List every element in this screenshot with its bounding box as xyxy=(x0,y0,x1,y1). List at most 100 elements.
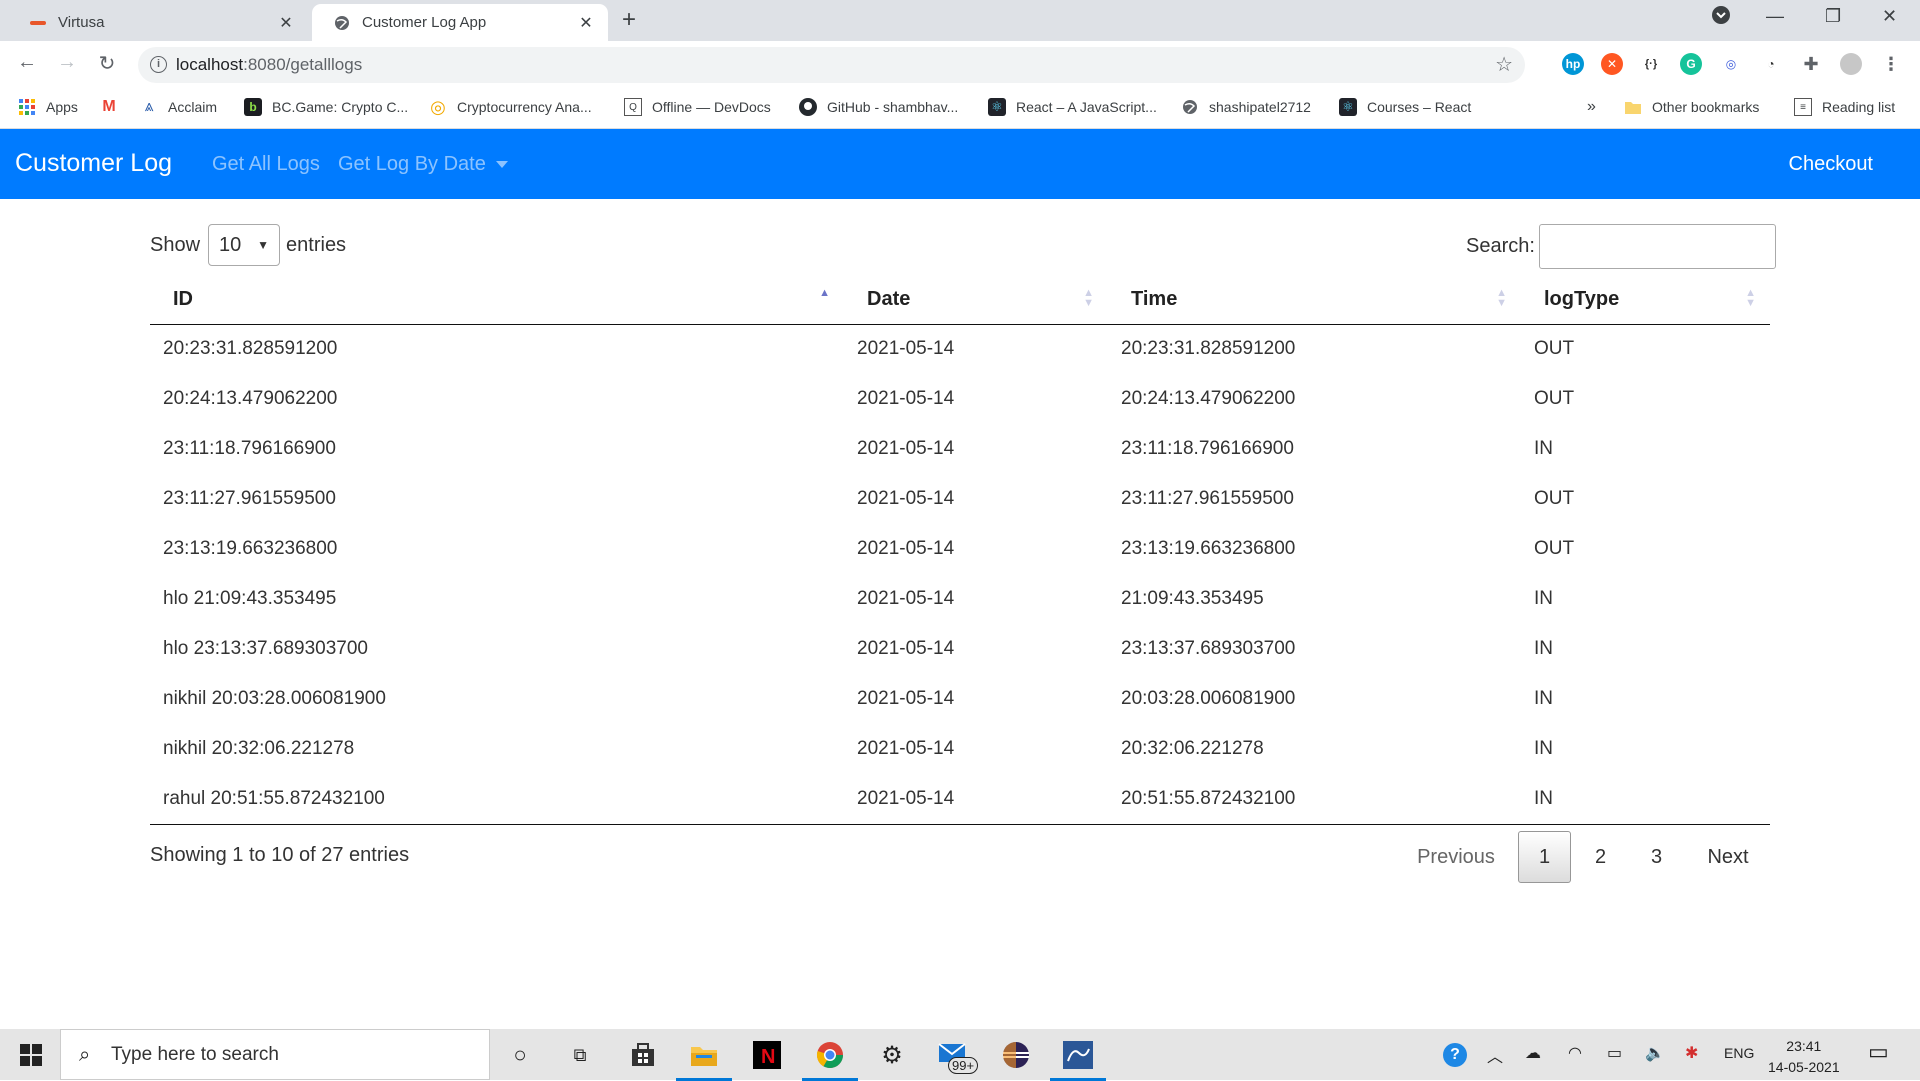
nav-get-all-logs[interactable]: Get All Logs xyxy=(212,153,320,176)
grammarly-icon[interactable]: G xyxy=(1680,53,1702,75)
profile-avatar[interactable] xyxy=(1840,53,1862,75)
chrome-icon[interactable] xyxy=(802,1037,858,1081)
extension-orange-icon[interactable]: ✕ xyxy=(1601,53,1623,75)
mail-icon[interactable]: 99+ xyxy=(936,1037,979,1074)
cell-id: nikhil 20:03:28.006081900 xyxy=(163,688,386,709)
bookmark-label: React – A JavaScript... xyxy=(1016,99,1157,115)
store-icon[interactable] xyxy=(625,1037,661,1073)
netflix-icon[interactable]: N xyxy=(749,1037,785,1073)
column-header-time[interactable]: Time ▲ ▼ xyxy=(1108,276,1521,325)
cell-logtype: IN xyxy=(1534,738,1553,759)
cell-date: 2021-05-14 xyxy=(857,488,955,509)
bookmark-acclaim[interactable]: ⩓ Acclaim xyxy=(140,98,217,116)
cell-time: 20:24:13.479062200 xyxy=(1121,388,1296,409)
table-row: nikhil 20:32:06.221278 2021-05-14 20:32:06… xyxy=(150,724,1770,774)
pagination-page-2[interactable]: 2 xyxy=(1574,831,1627,883)
wifi-icon[interactable]: ◠ xyxy=(1568,1043,1582,1063)
reading-list-icon: ≡ xyxy=(1794,98,1812,116)
cortana-icon[interactable]: ○ xyxy=(502,1037,538,1073)
taskbar-clock[interactable]: 23:41 14-05-2021 xyxy=(1768,1036,1840,1078)
close-tab-icon[interactable]: ✕ xyxy=(276,13,296,33)
tab-title: Virtusa xyxy=(58,14,105,31)
entries-select[interactable]: 10 ▼ xyxy=(208,224,281,266)
show-hidden-icons-chevron-icon[interactable]: ︿ xyxy=(1487,1043,1503,1067)
bookmark-github[interactable]: GitHub - shambhav... xyxy=(799,98,958,116)
checkout-link[interactable]: Checkout xyxy=(1789,153,1874,176)
bookmark-bcgame[interactable]: b BC.Game: Crypto C... xyxy=(244,98,408,116)
column-header-label: Time xyxy=(1131,288,1178,311)
table-header-row: ID ▲ Date ▲ ▼ Time ▲ ▼ logType ▲ ▼ xyxy=(150,276,1770,325)
column-header-label: Date xyxy=(867,288,911,311)
menu-kebab-icon[interactable]: ⋮ xyxy=(1880,53,1902,75)
column-header-logtype[interactable]: logType ▲ ▼ xyxy=(1521,276,1770,325)
minimize-icon[interactable]: — xyxy=(1766,6,1784,27)
cell-logtype: OUT xyxy=(1534,538,1575,559)
eclipse-icon[interactable] xyxy=(998,1037,1034,1073)
notifications-icon[interactable]: ▭ xyxy=(1868,1039,1889,1065)
bookmark-other-folder[interactable]: Other bookmarks xyxy=(1624,98,1759,116)
reading-list-button[interactable]: ≡ Reading list xyxy=(1794,98,1895,116)
file-explorer-icon[interactable] xyxy=(676,1037,732,1081)
bookmark-react-docs[interactable]: ⚛ React – A JavaScript... xyxy=(988,98,1157,116)
tab-search-icon[interactable] xyxy=(1712,6,1730,29)
close-tab-icon[interactable]: ✕ xyxy=(576,13,596,33)
browser-tab-customer-log[interactable]: Customer Log App ✕ xyxy=(312,4,608,41)
extension-speed-icon[interactable]: ◔ xyxy=(1760,53,1782,75)
help-icon[interactable]: ? xyxy=(1443,1043,1467,1067)
json-extension-icon[interactable]: {·} xyxy=(1640,53,1662,75)
cell-date: 2021-05-14 xyxy=(857,688,955,709)
battery-icon[interactable]: ▭ xyxy=(1607,1043,1622,1063)
restore-icon[interactable]: ❐ xyxy=(1825,6,1841,27)
windows-start-icon[interactable] xyxy=(20,1044,42,1066)
antivirus-icon[interactable]: ✱ xyxy=(1685,1043,1698,1063)
acclaim-icon: ⩓ xyxy=(144,98,154,115)
navbar-brand[interactable]: Customer Log xyxy=(15,149,172,178)
extensions-puzzle-icon[interactable]: ✚ xyxy=(1800,53,1822,75)
browser-tab-virtusa[interactable]: Virtusa ✕ xyxy=(8,4,308,41)
bookmark-star-icon[interactable]: ☆ xyxy=(1495,52,1513,77)
volume-icon[interactable]: 🔈 xyxy=(1645,1043,1665,1063)
pagination-previous[interactable]: Previous xyxy=(1410,831,1502,883)
crypto-icon: ◎ xyxy=(430,96,446,117)
task-view-icon[interactable]: ⧉ xyxy=(562,1037,598,1073)
forward-arrow-icon[interactable]: → xyxy=(55,51,79,74)
clock-time: 23:41 xyxy=(1786,1038,1822,1054)
column-header-date[interactable]: Date ▲ ▼ xyxy=(844,276,1108,325)
extension-glasses-icon[interactable]: ◎ xyxy=(1720,53,1742,75)
pagination-page-1[interactable]: 1 xyxy=(1518,831,1571,883)
bookmark-label: Cryptocurrency Ana... xyxy=(457,99,592,115)
table-info: Showing 1 to 10 of 27 entries xyxy=(150,844,410,866)
mysql-workbench-icon[interactable] xyxy=(1050,1037,1106,1081)
settings-gear-icon[interactable]: ⚙ xyxy=(874,1037,910,1073)
taskbar-search-box[interactable]: ⌕ Type here to search xyxy=(60,1029,490,1080)
bookmarks-overflow-icon[interactable]: » xyxy=(1587,98,1596,116)
cell-time: 23:13:19.663236800 xyxy=(1121,538,1296,559)
bookmark-shashipatel[interactable]: shashipatel2712 xyxy=(1181,98,1311,116)
bookmark-apps[interactable]: Apps xyxy=(18,98,78,116)
bookmark-crypto[interactable]: ◎ Cryptocurrency Ana... xyxy=(429,96,592,117)
reload-icon[interactable]: ↻ xyxy=(95,51,119,76)
nav-get-log-by-date-label: Get Log By Date xyxy=(338,153,486,175)
bookmark-react-courses[interactable]: ⚛ Courses – React xyxy=(1339,98,1471,116)
bookmark-devdocs[interactable]: Q Offline — DevDocs xyxy=(624,98,771,116)
language-indicator[interactable]: ENG xyxy=(1724,1045,1754,1061)
address-bar[interactable]: i localhost:8080/getalllogs ☆ xyxy=(138,47,1525,83)
entries-select-value: 10 xyxy=(219,233,242,256)
back-arrow-icon[interactable]: ← xyxy=(15,51,39,74)
cell-time: 20:51:55.872432100 xyxy=(1108,774,1521,825)
site-info-icon[interactable]: i xyxy=(150,56,167,73)
close-window-icon[interactable]: ✕ xyxy=(1882,6,1897,27)
column-header-label: ID xyxy=(173,288,193,311)
pagination-page-3[interactable]: 3 xyxy=(1630,831,1683,883)
hp-extension-icon[interactable]: hp xyxy=(1562,53,1584,75)
sort-both-icon: ▲ ▼ xyxy=(1745,287,1756,309)
nav-get-log-by-date[interactable]: Get Log By Date xyxy=(338,153,508,176)
folder-icon xyxy=(1624,98,1642,116)
search-input[interactable] xyxy=(1538,224,1776,269)
bookmark-gmail[interactable]: M xyxy=(100,98,128,116)
new-tab-plus-icon[interactable]: + xyxy=(622,8,636,32)
pagination-next[interactable]: Next xyxy=(1688,831,1768,883)
column-header-id[interactable]: ID ▲ xyxy=(150,276,844,325)
onedrive-icon[interactable]: ☁ xyxy=(1525,1043,1541,1063)
mail-badge: 99+ xyxy=(948,1057,979,1074)
